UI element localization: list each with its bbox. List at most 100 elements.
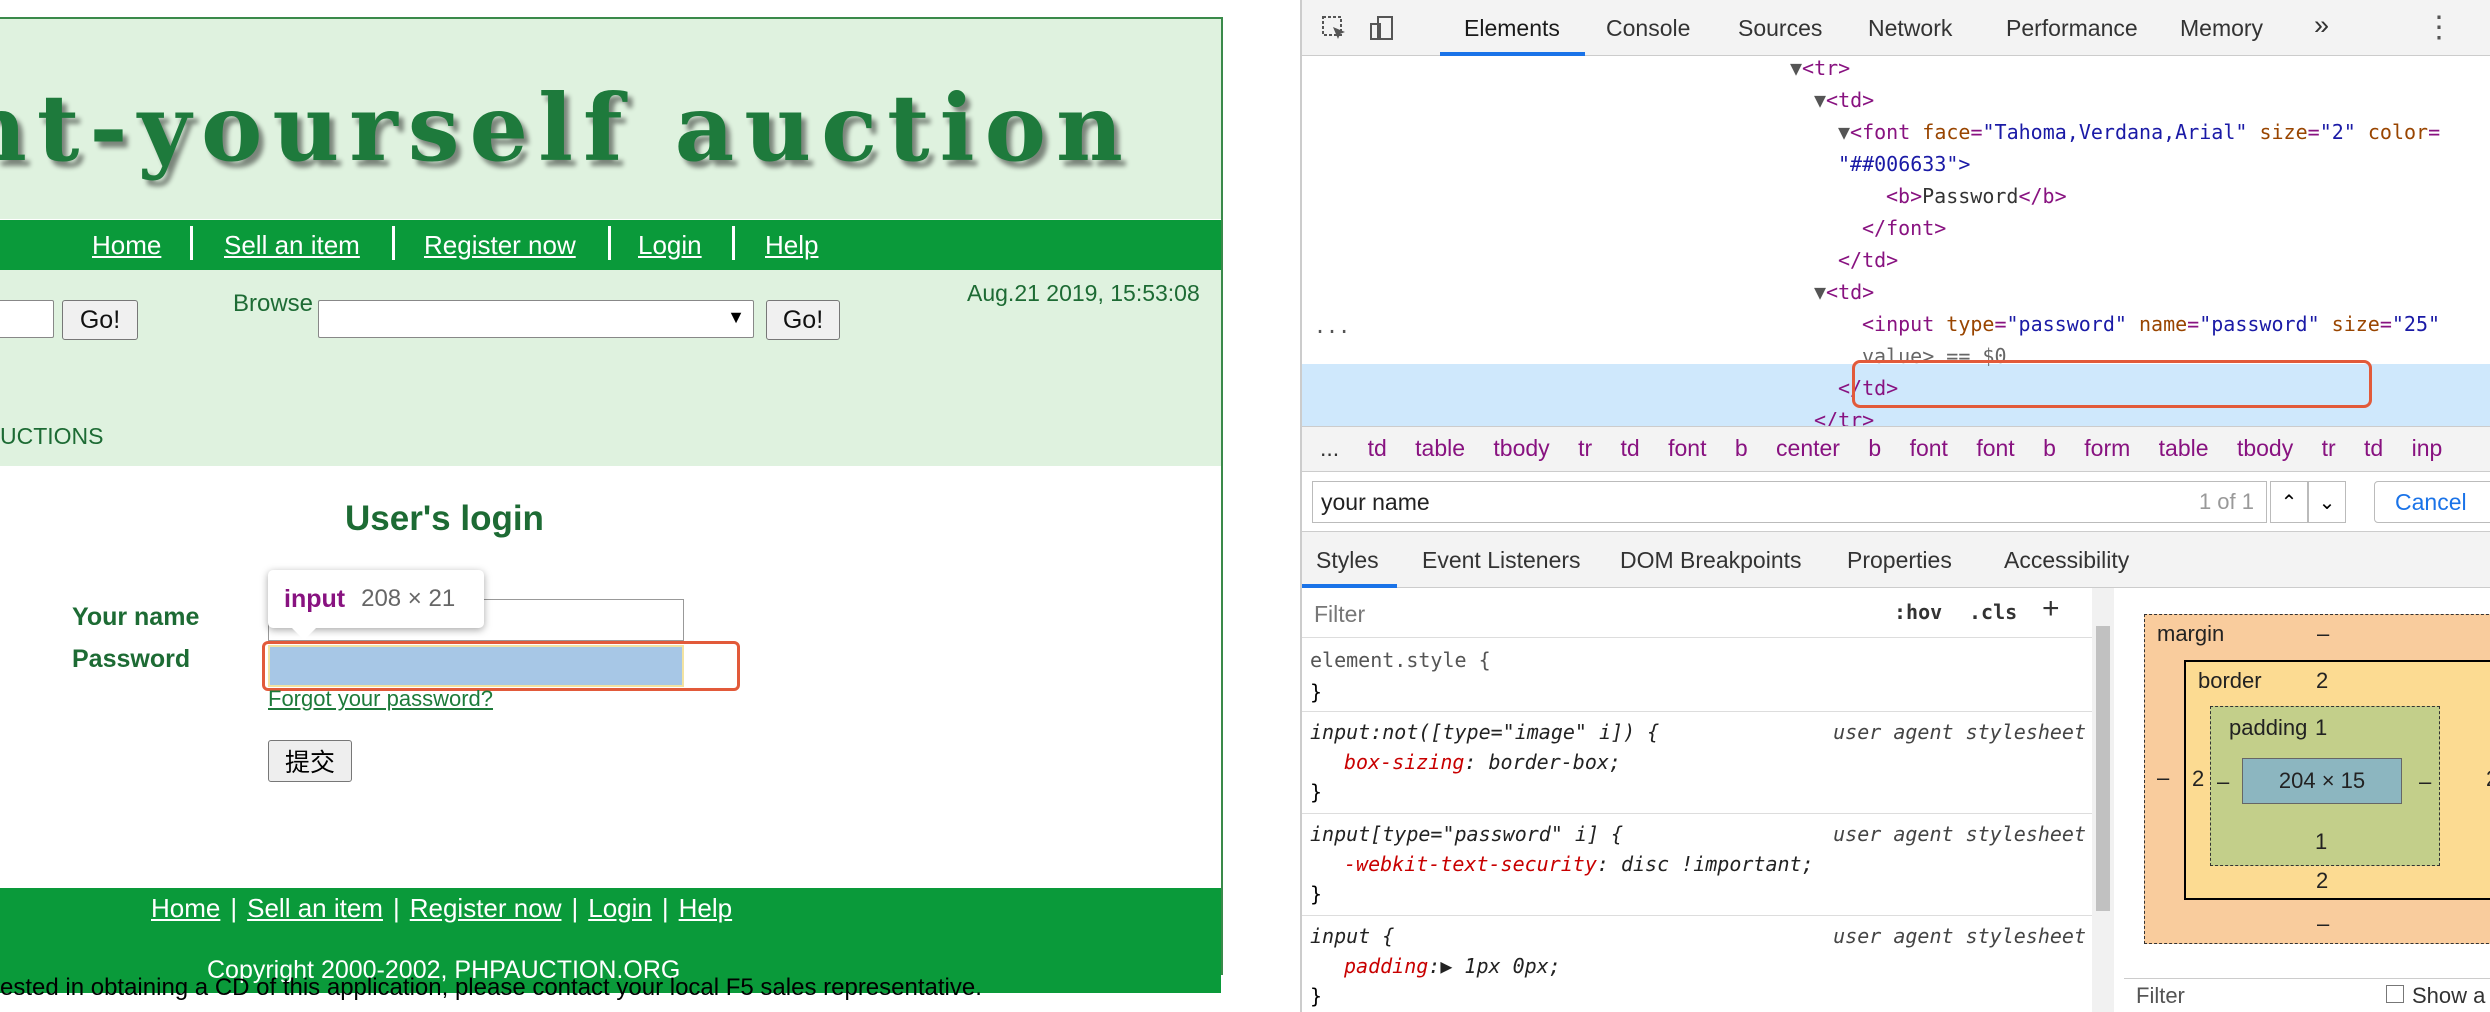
login-title: User's login	[345, 499, 544, 538]
breadcrumb-item[interactable]: form	[2084, 435, 2130, 462]
breadcrumb-item[interactable]: tr	[2322, 435, 2336, 462]
breadcrumb-item[interactable]: table	[1415, 435, 1465, 462]
padding-bottom-value: 1	[2315, 829, 2328, 854]
name-label: Your name	[72, 603, 200, 631]
nav-help-link[interactable]: Help	[765, 230, 818, 261]
kebab-menu-icon[interactable]: ⋮	[2424, 10, 2454, 44]
find-bar: your name 1 of 1 ⌃ ⌄ Cancel	[1302, 472, 2490, 532]
breadcrumb-item[interactable]: tbody	[2237, 435, 2293, 462]
find-cancel-button[interactable]: Cancel	[2374, 481, 2490, 523]
margin-left-value: –	[2157, 765, 2170, 790]
nav-home-link[interactable]: Home	[92, 230, 161, 261]
breadcrumb-item[interactable]: td	[2364, 435, 2383, 462]
node-dots[interactable]: ...	[1314, 314, 1350, 338]
styles-scrollbar-thumb[interactable]	[2096, 626, 2110, 911]
footer-help-link[interactable]: Help	[679, 893, 732, 924]
css-rule-input-password[interactable]: input[type="password" i] { user agent st…	[1302, 814, 2092, 916]
footer-register-link[interactable]: Register now	[410, 893, 562, 924]
cd-note-text: rested in obtaining a CD of this applica…	[0, 974, 982, 1001]
breadcrumb-item[interactable]: b	[1868, 435, 1881, 462]
search-input[interactable]	[0, 300, 54, 338]
footer-login-link[interactable]: Login	[588, 893, 652, 924]
tab-elements[interactable]: Elements	[1464, 15, 1560, 42]
webpage-viewport: nt-yourself auction Home Sell an item Re…	[0, 0, 1300, 1012]
password-highlight-box	[262, 641, 740, 691]
site-banner: nt-yourself auction	[0, 19, 1221, 219]
styles-filter-input[interactable]: Filter	[1310, 596, 1870, 632]
dom-line-b[interactable]: <b>Password</b>	[1886, 184, 2067, 208]
breadcrumb-item[interactable]: b	[1735, 435, 1748, 462]
nav-login-link[interactable]: Login	[638, 230, 702, 261]
cls-toggle[interactable]: .cls	[1969, 600, 2017, 624]
breadcrumb-item[interactable]: table	[2159, 435, 2209, 462]
dom-line-input[interactable]: <input type="password" name="password" s…	[1862, 312, 2440, 336]
tab-sources[interactable]: Sources	[1738, 15, 1822, 42]
margin-top-value: –	[2317, 621, 2330, 646]
find-input[interactable]: your name 1 of 1	[1312, 481, 2267, 523]
computed-filter-input[interactable]: Filter	[2136, 983, 2185, 1009]
device-toggle-icon[interactable]	[1368, 14, 1396, 42]
password-label: Password	[72, 645, 191, 673]
css-rule-element-style[interactable]: element.style { }	[1302, 640, 2092, 712]
show-all-checkbox[interactable]	[2386, 985, 2404, 1003]
search-go-button[interactable]: Go!	[62, 300, 138, 340]
padding-left-value: –	[2217, 769, 2230, 794]
tab-memory[interactable]: Memory	[2180, 15, 2263, 42]
tab-accessibility[interactable]: Accessibility	[2004, 547, 2129, 574]
footer-home-link[interactable]: Home	[151, 893, 220, 924]
css-rule-input-not-image[interactable]: input:not([type="image" i]) { user agent…	[1302, 712, 2092, 814]
dom-line-font-color[interactable]: "##006633">	[1838, 152, 1970, 176]
nav-separator	[732, 226, 735, 260]
dom-line-font-close[interactable]: </font>	[1862, 216, 1946, 240]
footer-sell-link[interactable]: Sell an item	[247, 893, 383, 924]
css-rule-input[interactable]: input { user agent stylesheet padding:▶ …	[1302, 916, 2092, 1012]
padding-right-value: –	[2419, 769, 2432, 794]
dom-line-td-close[interactable]: </td>	[1838, 248, 1898, 272]
inspect-element-icon[interactable]	[1320, 14, 1348, 42]
nav-register-link[interactable]: Register now	[424, 230, 576, 261]
browse-select[interactable]: ▼	[318, 300, 754, 338]
breadcrumb-item[interactable]: tbody	[1493, 435, 1549, 462]
tab-dom-breakpoints[interactable]: DOM Breakpoints	[1620, 547, 1802, 574]
hov-toggle[interactable]: :hov	[1894, 600, 1942, 624]
submit-button[interactable]: 提交	[268, 740, 352, 782]
find-previous-icon[interactable]: ⌃	[2270, 481, 2308, 523]
dom-line-font[interactable]: ▼<font face="Tahoma,Verdana,Arial" size=…	[1838, 120, 2440, 144]
dom-line-tr[interactable]: ▼<tr>	[1790, 56, 1850, 80]
footer-separator: |	[230, 893, 238, 923]
tab-event-listeners[interactable]: Event Listeners	[1422, 547, 1581, 574]
add-rule-icon[interactable]: +	[2042, 592, 2060, 626]
dom-line-td2[interactable]: ▼<td>	[1814, 280, 1874, 304]
box-model-content[interactable]: 204 × 15	[2242, 758, 2402, 804]
browse-go-button[interactable]: Go!	[766, 300, 840, 340]
breadcrumb-item[interactable]: b	[2043, 435, 2056, 462]
nav-sell-link[interactable]: Sell an item	[224, 230, 360, 261]
tab-console[interactable]: Console	[1606, 15, 1690, 42]
margin-bottom-value: –	[2317, 911, 2330, 936]
find-next-icon[interactable]: ⌄	[2308, 481, 2346, 523]
breadcrumb-item[interactable]: font	[1976, 435, 2014, 462]
tab-properties[interactable]: Properties	[1847, 547, 1952, 574]
dom-line-td[interactable]: ▼<td>	[1814, 88, 1874, 112]
tab-styles[interactable]: Styles	[1316, 547, 1379, 574]
footer-separator: |	[661, 893, 669, 923]
breadcrumb-item[interactable]: td	[1368, 435, 1387, 462]
tab-performance[interactable]: Performance	[2006, 15, 2138, 42]
devtools-panel: Elements Console Sources Network Perform…	[1300, 0, 2490, 1012]
expand-arrow-icon[interactable]: ▼	[1814, 280, 1826, 304]
more-tabs-icon[interactable]: »	[2314, 10, 2329, 41]
breadcrumb-item[interactable]: font	[1668, 435, 1706, 462]
breadcrumb-item[interactable]: font	[1910, 435, 1948, 462]
padding-label: padding	[2229, 715, 2308, 740]
breadcrumb-item[interactable]: tr	[1578, 435, 1592, 462]
expand-arrow-icon[interactable]: ▼	[1814, 88, 1826, 112]
forgot-password-link[interactable]: Forgot your password?	[268, 686, 493, 712]
breadcrumb-item[interactable]: ...	[1320, 435, 1339, 462]
breadcrumb-item[interactable]: td	[1621, 435, 1640, 462]
breadcrumb-item[interactable]: center	[1776, 435, 1840, 462]
expand-arrow-icon[interactable]: ▼	[1838, 120, 1850, 144]
breadcrumb-item[interactable]: inp	[2412, 435, 2443, 462]
chevron-down-icon: ▼	[727, 307, 745, 327]
expand-arrow-icon[interactable]: ▼	[1790, 56, 1802, 80]
tab-network[interactable]: Network	[1868, 15, 1952, 42]
